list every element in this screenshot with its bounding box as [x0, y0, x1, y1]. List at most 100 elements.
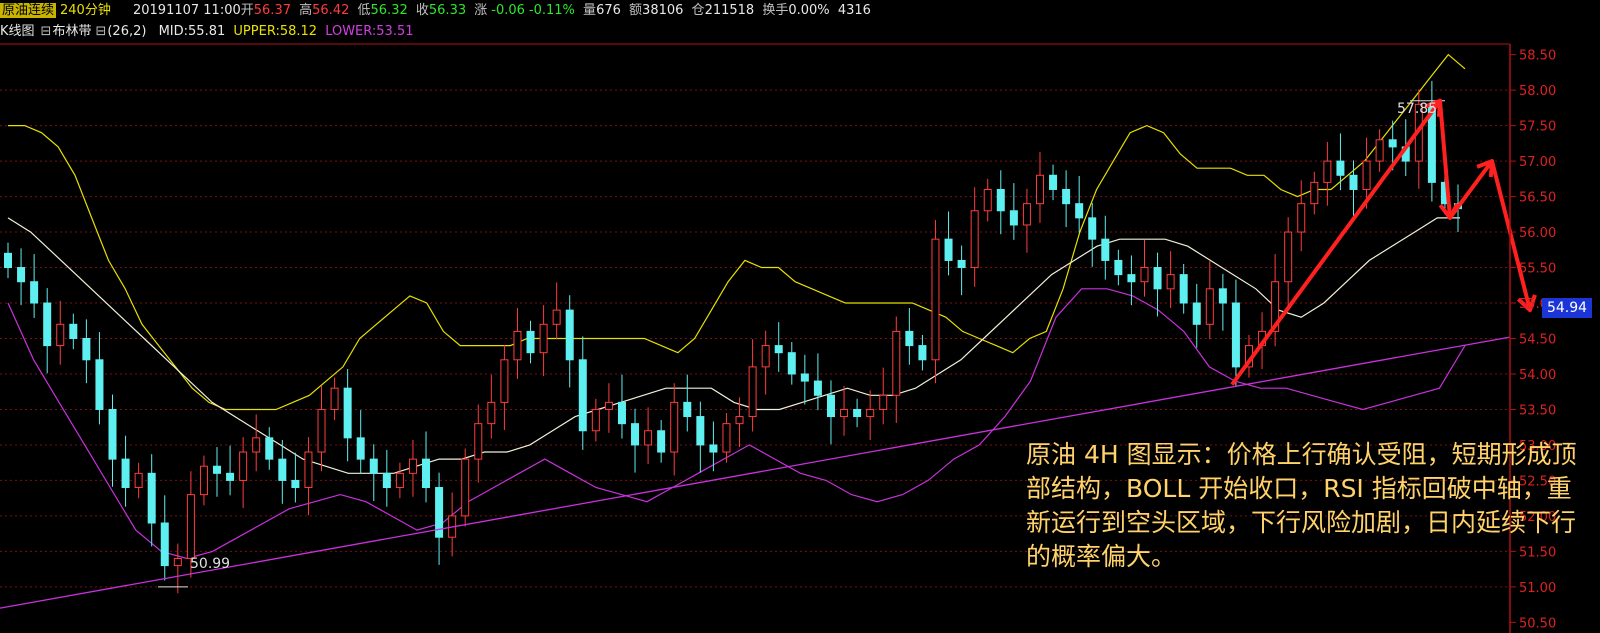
candle-body [604, 401, 613, 410]
candle-body [1375, 139, 1384, 162]
candle-body [1336, 160, 1345, 176]
candle-body [1088, 217, 1097, 240]
axis-tick-label: 58.00 [1519, 84, 1556, 99]
candle-body [631, 423, 640, 446]
kline-label[interactable]: K线图 [0, 24, 35, 39]
candle-body [461, 458, 470, 517]
instrument-name[interactable]: 原油连续 [0, 3, 57, 18]
candle-body [487, 401, 496, 425]
candle-body [748, 366, 757, 418]
candle-body [1022, 203, 1031, 226]
candle-body [826, 394, 835, 418]
candle-body [1179, 274, 1188, 304]
candle-body [513, 330, 522, 361]
change-percent: -0.11% [528, 3, 575, 18]
candle-body [866, 408, 875, 418]
candle-body [69, 323, 78, 339]
turnover-label: 换手 [762, 3, 789, 18]
candle-body [1310, 181, 1319, 205]
close-label: 收 [415, 3, 429, 18]
candle-body [30, 281, 39, 304]
candle-body [278, 458, 287, 481]
candle-body [160, 522, 169, 567]
candle-body [226, 472, 235, 481]
axis-tick-label: 57.00 [1519, 155, 1556, 170]
candle-body [382, 472, 391, 489]
candle-body [1062, 188, 1071, 205]
candle-body [186, 494, 195, 559]
current-price-tag: 54.94 [1542, 298, 1592, 318]
candle-body [983, 188, 992, 212]
candle-body [617, 401, 626, 425]
candle-body [317, 408, 326, 453]
candle-body [774, 345, 783, 354]
boll-params[interactable]: (26,2) [107, 24, 146, 39]
candle-body [134, 472, 143, 489]
upper-value: UPPER:58.12 [233, 24, 318, 39]
candle-body [1192, 302, 1201, 325]
candle-body [304, 451, 313, 489]
candle-body [879, 394, 888, 410]
boll-toggle-icon[interactable]: ⊟ [41, 24, 52, 39]
candle-body [108, 408, 117, 460]
extra-value: 4316 [837, 3, 871, 18]
axis-tick-label: 58.50 [1519, 49, 1556, 64]
params-toggle-icon[interactable]: ⊟ [95, 24, 106, 39]
candle-body [1140, 267, 1149, 283]
candle-body [1362, 160, 1371, 190]
axis-tick-label: 53.50 [1519, 403, 1556, 418]
candle-body [931, 238, 940, 361]
candle-body [1049, 174, 1058, 190]
oi-label: 仓 [691, 3, 705, 18]
axis-tick-label: 56.00 [1519, 226, 1556, 241]
candle-body [840, 408, 849, 418]
volume-label: 量 [583, 3, 597, 18]
high-price-marker: 57.85 [1397, 101, 1437, 117]
candle-body [1284, 231, 1293, 283]
candle-body [892, 330, 901, 396]
boll-name[interactable]: 布林带 [52, 24, 91, 39]
candle-body [944, 238, 953, 261]
amount-value: 38106 [642, 3, 684, 18]
candle-body [670, 401, 679, 453]
candle-body [4, 252, 12, 269]
candle-body [761, 345, 770, 368]
candle-body [43, 302, 52, 347]
candle-body [722, 423, 731, 453]
candle-body [970, 210, 979, 269]
candle-body [1218, 288, 1227, 304]
candle-body [17, 267, 26, 283]
low-label: 低 [357, 3, 371, 18]
candle-body [1009, 210, 1018, 226]
close-value: 56.33 [428, 3, 467, 18]
candle-body [918, 345, 927, 361]
candle-body [213, 465, 222, 474]
candle-body [500, 359, 509, 403]
candle-body [853, 408, 862, 418]
candle-body [408, 458, 417, 474]
candle-body [578, 359, 587, 432]
axis-tick-label: 56.50 [1519, 191, 1556, 206]
axis-tick-label: 51.00 [1519, 581, 1556, 596]
candle-body [147, 472, 156, 524]
indicator-bar: K线图 ⊟布林带 ⊟(26,2) MID:55.81 UPPER:58.12 LOW… [0, 22, 1600, 42]
candle-body [565, 309, 574, 361]
candle-body [82, 338, 91, 361]
datetime: 20191107 11:00 [132, 3, 241, 18]
candle-body [1075, 203, 1084, 219]
candle-body [1231, 302, 1240, 368]
axis-tick-label: 57.50 [1519, 120, 1556, 135]
candle-body [1297, 203, 1306, 233]
candle-body [1166, 274, 1175, 290]
candle-body [265, 437, 274, 460]
candle-body [199, 465, 208, 496]
candle-body [343, 387, 352, 439]
mid-value: MID:55.81 [158, 24, 226, 39]
period-label[interactable]: 240分钟 [60, 3, 111, 18]
candle-body [1127, 274, 1136, 283]
candle-body [657, 430, 666, 453]
quote-header: 原油连续 240分钟 20191107 11:00开56.37 高56.42 低5… [0, 0, 1600, 22]
axis-tick-label: 54.00 [1519, 368, 1556, 383]
candle-body [239, 451, 248, 481]
candle-body [683, 401, 692, 418]
